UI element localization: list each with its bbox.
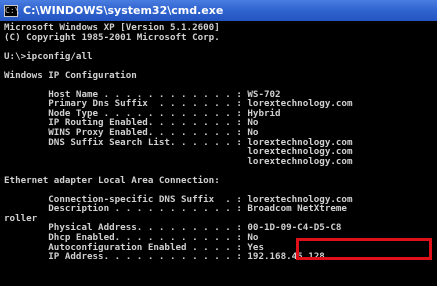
console-line: U:\>ipconfig/all [4, 50, 93, 62]
console-line: Windows IP Configuration [4, 69, 137, 81]
title-bar[interactable]: C:\ C:\WINDOWS\system32\cmd.exe [0, 0, 437, 21]
physical-address-highlight [296, 238, 432, 260]
console-line: Ethernet adapter Local Area Connection: [4, 174, 220, 186]
cmd-window: C:\ C:\WINDOWS\system32\cmd.exe Microsof… [0, 0, 437, 286]
console-line: (C) Copyright 1985-2001 Microsoft Corp. [4, 31, 220, 43]
console-line: lorextechnology.com [4, 155, 353, 167]
console-line: Description . . . . . . . . . . . : Broa… [4, 203, 347, 215]
window-title: C:\WINDOWS\system32\cmd.exe [23, 4, 224, 17]
cmd-icon: C:\ [4, 4, 20, 17]
